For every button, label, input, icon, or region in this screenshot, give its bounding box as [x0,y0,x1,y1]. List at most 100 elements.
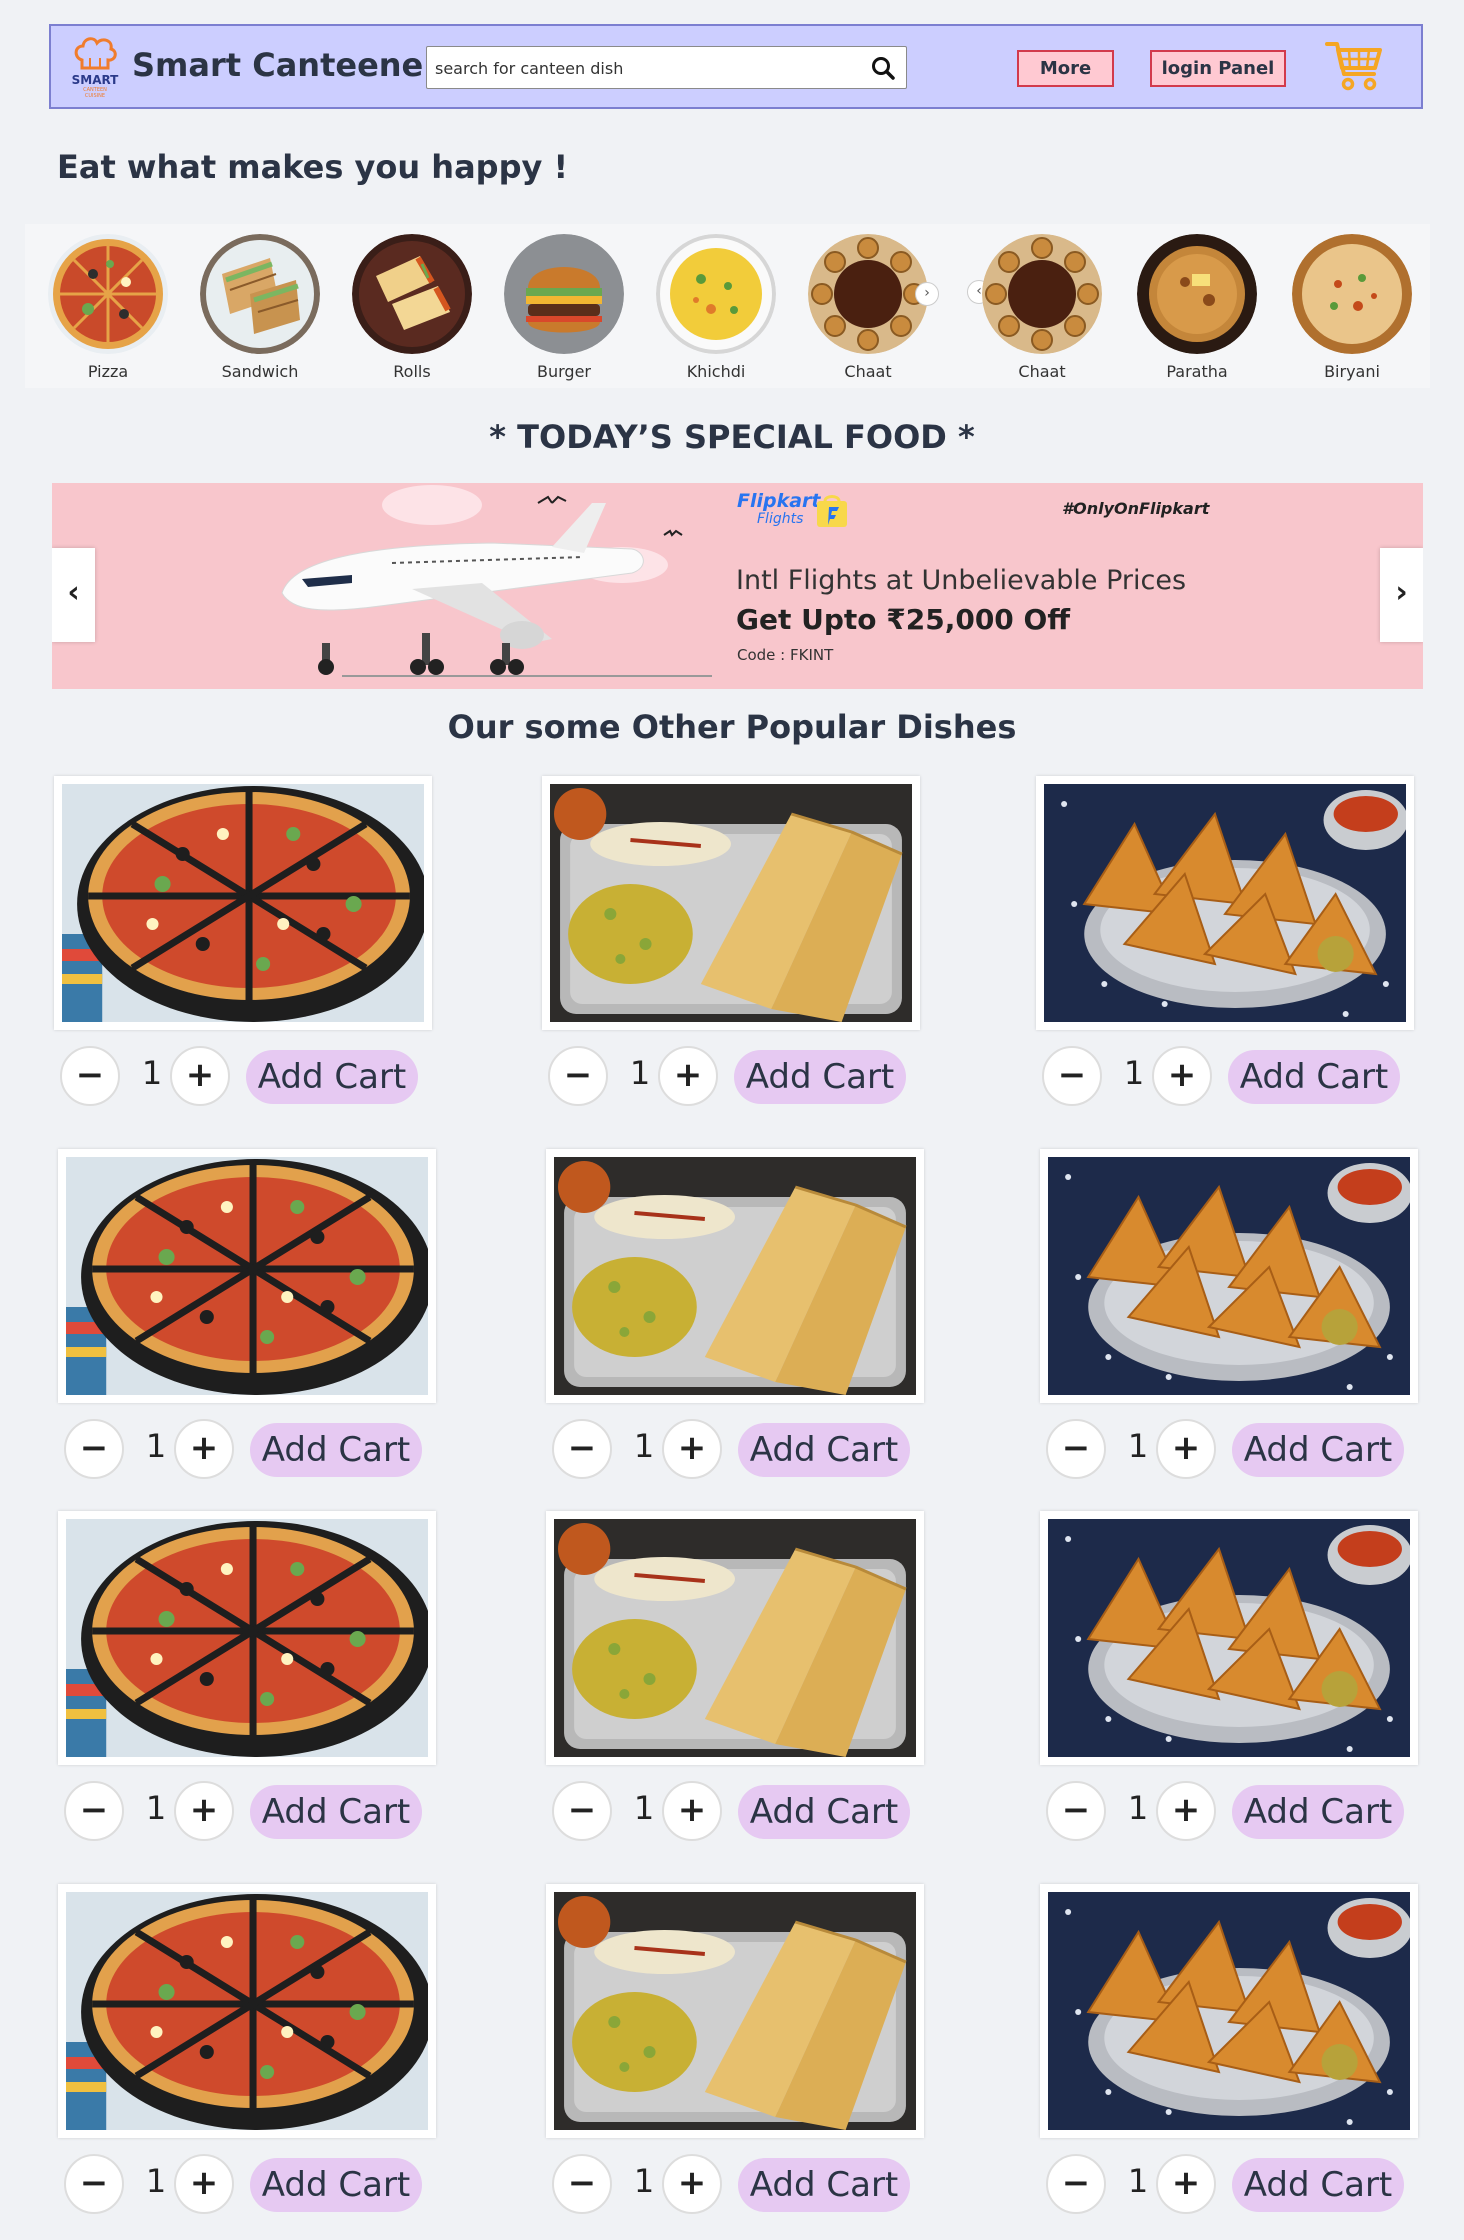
decrease-quantity-button[interactable]: − [552,2154,612,2214]
increase-quantity-button[interactable]: + [1156,1419,1216,1479]
increase-quantity-button[interactable]: + [170,1046,230,1106]
increase-quantity-button[interactable]: + [1152,1046,1212,1106]
dosa-dish-card: −1 + Add Cart [546,1511,926,1841]
increase-quantity-button[interactable]: + [662,1781,722,1841]
khichdi-icon [656,234,776,354]
add-cart-button[interactable]: Add Cart [1232,2158,1404,2212]
category-item-chaat-2[interactable]: Chaat [980,234,1104,381]
quantity-controls: −1 + Add Cart [552,1419,932,1479]
add-cart-button[interactable]: Add Cart [1232,1785,1404,1839]
decrease-quantity-button[interactable]: − [64,1419,124,1479]
dosa-dish-card: −1 + Add Cart [542,776,922,1106]
category-item-rolls[interactable]: Rolls [350,234,474,381]
banner-code: Code : FKINT [737,646,834,664]
category-item-paratha[interactable]: Paratha [1135,234,1259,381]
promo-banner[interactable]: Flipkart Flights #OnlyOnFlipkart Intl Fl… [52,483,1423,689]
decrease-quantity-button[interactable]: − [552,1419,612,1479]
banner-prev-arrow-icon[interactable]: ‹ [52,548,95,642]
chef-hat-logo-icon[interactable]: SMART CANTEEN CUISINE [70,34,120,100]
category-next-arrow-icon[interactable]: › [915,282,939,306]
dish-photo[interactable] [58,1149,436,1403]
add-cart-button[interactable]: Add Cart [246,1050,418,1104]
dish-photo[interactable] [1040,1884,1418,2138]
pizza-photo [66,1157,428,1395]
add-cart-button[interactable]: Add Cart [738,1785,910,1839]
airplane-illustration [281,485,712,677]
dish-photo[interactable] [1040,1149,1418,1403]
dish-photo[interactable] [58,1884,436,2138]
category-label: Paratha [1166,362,1228,381]
search-input[interactable] [435,55,855,81]
add-cart-button[interactable]: Add Cart [250,2158,422,2212]
pizza-dish-card: −1 + Add Cart [58,1511,438,1841]
category-item-sandwich[interactable]: Sandwich [198,234,322,381]
brand-name[interactable]: Smart Canteene [132,46,423,84]
dish-photo[interactable] [1036,776,1414,1030]
login-panel-button[interactable]: login Panel [1150,50,1286,87]
increase-quantity-button[interactable]: + [1156,2154,1216,2214]
category-item-pizza[interactable]: Pizza [46,234,170,381]
quantity-value: 1 [1123,1054,1145,1092]
dish-photo[interactable] [1040,1511,1418,1765]
category-item-biryani[interactable]: Biryani [1290,234,1414,381]
increase-quantity-button[interactable]: + [1156,1781,1216,1841]
decrease-quantity-button[interactable]: − [64,2154,124,2214]
add-cart-button[interactable]: Add Cart [250,1423,422,1477]
quantity-value: 1 [145,2162,167,2200]
search-icon[interactable] [870,55,896,81]
quantity-value: 1 [633,1427,655,1465]
flipkart-logo-text: Flipkart [737,490,821,512]
decrease-quantity-button[interactable]: − [64,1781,124,1841]
dish-photo[interactable] [58,1511,436,1765]
category-item-chaat[interactable]: Chaat [806,234,930,381]
pizza-photo [66,1892,428,2130]
quantity-value: 1 [145,1427,167,1465]
dish-photo[interactable] [54,776,432,1030]
increase-quantity-button[interactable]: + [662,1419,722,1479]
increase-quantity-button[interactable]: + [662,2154,722,2214]
increase-quantity-button[interactable]: + [174,1419,234,1479]
more-button[interactable]: More [1017,50,1114,87]
svg-text:SMART: SMART [72,73,120,87]
category-item-khichdi[interactable]: Khichdi [654,234,778,381]
quantity-value: 1 [629,1054,651,1092]
increase-quantity-button[interactable]: + [658,1046,718,1106]
category-label: Pizza [87,362,129,381]
samosa-dish-card: −1 + Add Cart [1040,1511,1420,1841]
quantity-controls: −1 + Add Cart [1046,1419,1426,1479]
add-cart-button[interactable]: Add Cart [734,1050,906,1104]
decrease-quantity-button[interactable]: − [1046,2154,1106,2214]
dosa-photo [550,784,912,1022]
decrease-quantity-button[interactable]: − [60,1046,120,1106]
category-label: Chaat [1018,362,1066,381]
increase-quantity-button[interactable]: + [174,2154,234,2214]
banner-next-arrow-icon[interactable]: › [1380,548,1423,642]
decrease-quantity-button[interactable]: − [1046,1419,1106,1479]
dish-photo[interactable] [542,776,920,1030]
decrease-quantity-button[interactable]: − [1046,1781,1106,1841]
quantity-controls: −1 + Add Cart [552,1781,932,1841]
category-item-burger[interactable]: Burger [502,234,626,381]
pizza-icon [48,234,168,354]
add-cart-button[interactable]: Add Cart [1232,1423,1404,1477]
increase-quantity-button[interactable]: + [174,1781,234,1841]
quantity-controls: −1 + Add Cart [552,2154,932,2214]
special-food-heading: * TODAY’S SPECIAL FOOD * [489,418,975,456]
add-cart-button[interactable]: Add Cart [1228,1050,1400,1104]
add-cart-button[interactable]: Add Cart [738,1423,910,1477]
dish-photo[interactable] [546,1884,924,2138]
banner-hashtag: #OnlyOnFlipkart [1062,499,1210,518]
quantity-value: 1 [145,1789,167,1827]
popular-dishes-heading: Our some Other Popular Dishes [447,708,1017,746]
pizza-photo [66,1519,428,1757]
decrease-quantity-button[interactable]: − [1042,1046,1102,1106]
add-cart-button[interactable]: Add Cart [738,2158,910,2212]
dish-photo[interactable] [546,1511,924,1765]
category-carousel: Pizza Sandwich Rolls Burger Khichdi Chaa… [25,224,1430,388]
dish-photo[interactable] [546,1149,924,1403]
svg-text:CUISINE: CUISINE [85,93,105,99]
decrease-quantity-button[interactable]: − [548,1046,608,1106]
add-cart-button[interactable]: Add Cart [250,1785,422,1839]
shopping-cart-icon[interactable] [1325,36,1383,94]
decrease-quantity-button[interactable]: − [552,1781,612,1841]
